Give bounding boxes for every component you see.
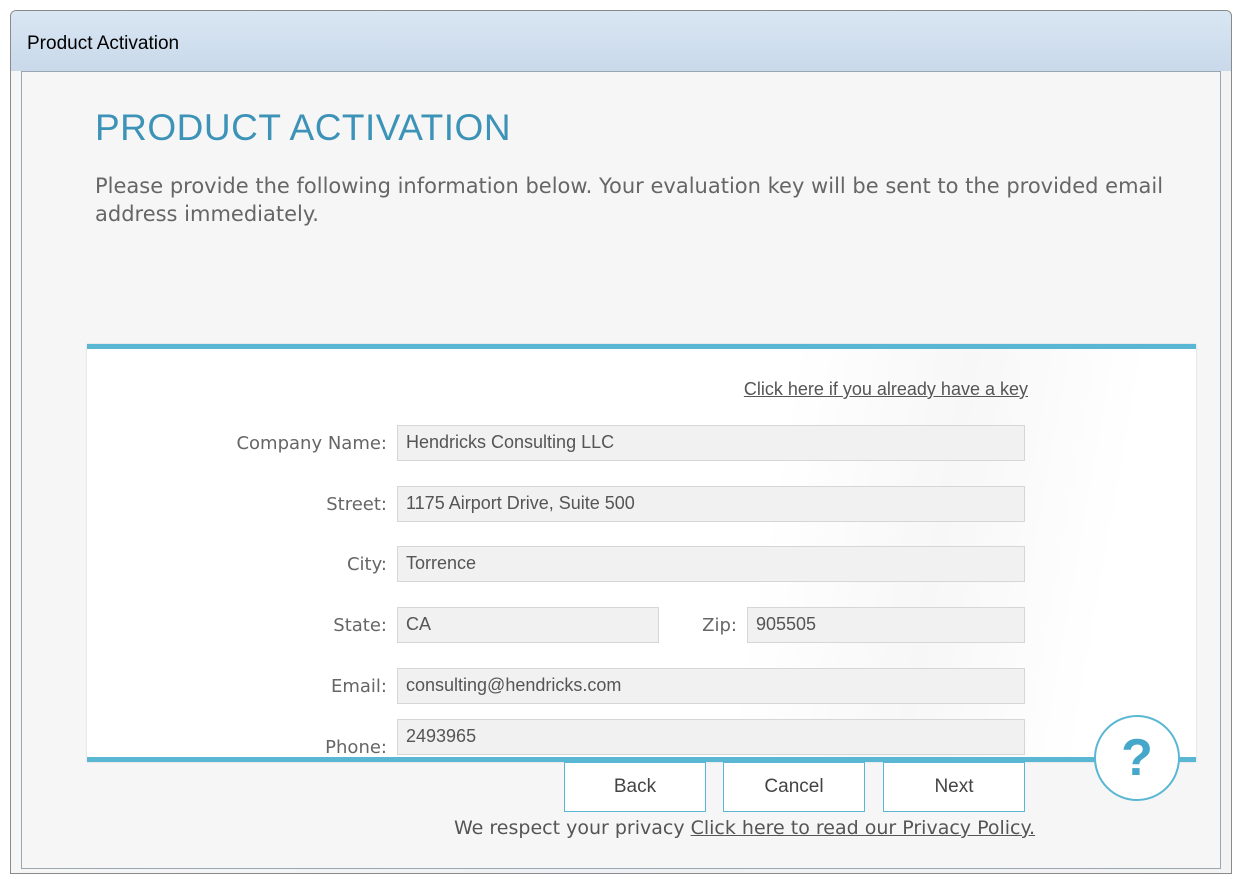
intro-text: Please provide the following information… (95, 174, 1164, 226)
city-input[interactable]: Torrence (397, 546, 1025, 582)
street-label: Street: (326, 494, 387, 515)
company-name-input[interactable]: Hendricks Consulting LLC (397, 425, 1025, 461)
state-label: State: (333, 615, 387, 636)
dialog-content: PRODUCT ACTIVATION Please provide the fo… (21, 71, 1221, 869)
phone-label: Phone: (325, 737, 387, 758)
form-panel: Click here if you already have a key Com… (87, 344, 1196, 812)
privacy-text: We respect your privacy (454, 817, 685, 839)
company-name-label: Company Name: (236, 433, 387, 454)
existing-key-link[interactable]: Click here if you already have a key (744, 379, 1028, 400)
city-label: City: (346, 554, 387, 575)
next-button[interactable]: Next (883, 762, 1025, 812)
page-title: PRODUCT ACTIVATION (95, 107, 512, 148)
email-label: Email: (330, 676, 387, 697)
state-input[interactable]: CA (397, 607, 659, 643)
street-input[interactable]: 1175 Airport Drive, Suite 500 (397, 486, 1025, 522)
phone-input[interactable]: 2493965 (397, 719, 1025, 755)
back-button[interactable]: Back (564, 762, 706, 812)
privacy-policy-link[interactable]: Click here to read our Privacy Policy. (691, 817, 1035, 839)
zip-input[interactable]: 905505 (747, 607, 1025, 643)
title-bar[interactable]: Product Activation (11, 11, 1231, 71)
cancel-button[interactable]: Cancel (723, 762, 865, 812)
email-input[interactable]: consulting@hendricks.com (397, 668, 1025, 704)
activation-window: Product Activation PRODUCT ACTIVATION Pl… (10, 10, 1232, 874)
privacy-footer: We respect your privacy Click here to re… (454, 817, 1035, 839)
help-icon[interactable]: ? (1094, 715, 1180, 801)
window-title: Product Activation (27, 33, 180, 54)
zip-label: Zip: (702, 615, 737, 636)
